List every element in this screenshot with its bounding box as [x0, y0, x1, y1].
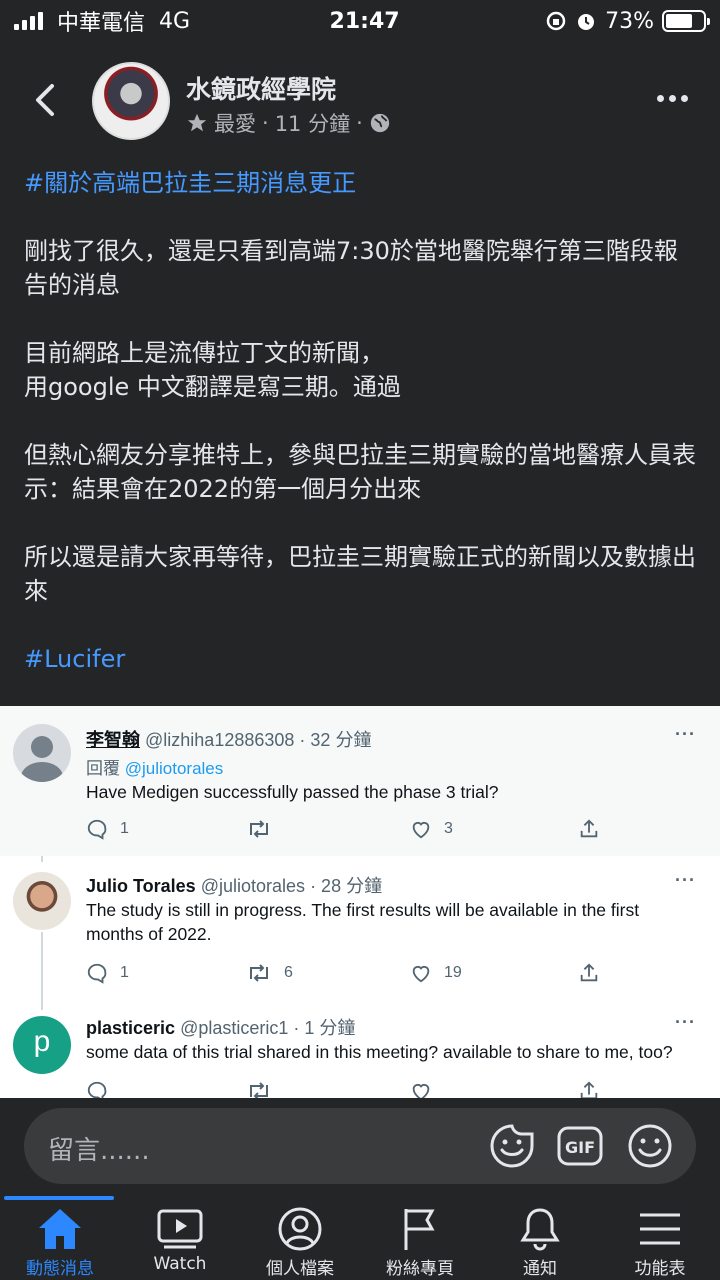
nav-menu[interactable]: 功能表	[600, 1200, 720, 1280]
tweet: p plasticeric @plasticeric1 · 1 分鐘 ··· s…	[0, 1006, 720, 1098]
nav-label: Watch	[153, 1254, 207, 1274]
reply-count: 1	[120, 964, 129, 981]
meta-separator: ·	[262, 111, 269, 135]
alarm-icon	[578, 14, 595, 30]
nav-profile[interactable]: 個人檔案	[240, 1200, 360, 1280]
tweet-more-icon: ···	[675, 724, 696, 744]
tweet-author-name: 李智翰	[86, 730, 140, 750]
more-options-icon[interactable]	[652, 86, 692, 110]
share-icon	[580, 963, 598, 982]
tweet-time: · 1 分鐘	[293, 1018, 356, 1038]
post-paragraph: 目前網路上是流傳拉丁文的新聞， 用google 中文翻譯是寫三期。通過	[24, 339, 401, 401]
nav-notifications[interactable]: 通知	[480, 1200, 600, 1280]
avatar	[13, 724, 71, 782]
tweet-author-name: Julio Torales	[86, 876, 196, 896]
tweet-author-name: plasticeric	[86, 1018, 176, 1038]
tweet: Julio Torales @juliotorales · 28 分鐘 ··· …	[0, 856, 720, 1006]
tweet-time: · 32 分鐘	[299, 730, 372, 750]
reply-prefix: 回覆	[86, 759, 120, 778]
favorite-label: 最愛	[214, 112, 256, 136]
bell-icon	[520, 1208, 560, 1251]
post-meta: 最愛 · 11 分鐘 ·	[186, 108, 391, 138]
nav-label: 粉絲專頁	[386, 1259, 454, 1279]
tweet-more-icon: ···	[675, 1012, 696, 1032]
post-paragraph: 剛找了很久，還是只看到高端7:30於當地醫院舉行第三階段報告的消息	[24, 237, 678, 299]
tweet-text: The study is still in progress. The firs…	[86, 900, 640, 944]
profile-icon	[278, 1207, 322, 1251]
signal-icon	[14, 12, 43, 30]
page-name[interactable]: 水鏡政經學院	[186, 70, 336, 106]
retweet-icon	[250, 964, 268, 982]
avatar	[13, 872, 71, 930]
battery-percent: 73%	[605, 8, 654, 34]
post-time[interactable]: 11 分鐘	[275, 108, 350, 138]
like-icon	[412, 1084, 430, 1098]
svg-text:GIF: GIF	[565, 1138, 595, 1157]
post-header: 水鏡政經學院 最愛 · 11 分鐘 ·	[0, 56, 720, 146]
tweet: 李智翰 @lizhiha12886308 · 32 分鐘 ··· 回覆 @jul…	[0, 706, 720, 856]
globe-icon	[370, 113, 389, 133]
retweet-icon	[250, 820, 268, 838]
orientation-lock-icon	[546, 11, 566, 31]
home-icon	[39, 1209, 81, 1249]
tweet-text: Have Medigen successfully passed the pha…	[86, 782, 499, 802]
comment-bar: 留言...... GIF	[0, 1098, 720, 1194]
clock: 21:47	[329, 8, 400, 34]
tweet-text: some data of this trial shared in this m…	[86, 1042, 673, 1062]
hashtag-footer[interactable]: #Lucifer	[24, 642, 696, 676]
reply-icon	[87, 1081, 107, 1098]
nav-watch[interactable]: Watch	[120, 1200, 240, 1280]
emoji-icon[interactable]	[626, 1122, 674, 1170]
reply-handle: @juliotorales	[124, 759, 224, 778]
post-body: #關於高端巴拉圭三期消息更正 剛找了很久，還是只看到高端7:30於當地醫院舉行第…	[24, 166, 696, 710]
page-avatar[interactable]	[92, 62, 170, 140]
retweet-count: 6	[284, 964, 293, 981]
like-count: 3	[444, 820, 453, 837]
status-bar: 中華電信 4G 21:47 73%	[0, 0, 720, 42]
nav-label: 個人檔案	[266, 1259, 334, 1279]
post-paragraph: 但熱心網友分享推特上，參與巴拉圭三期實驗的當地醫療人員表示：結果會在2022的第…	[24, 441, 696, 503]
nav-label: 功能表	[634, 1259, 686, 1279]
reply-count: 1	[120, 820, 129, 837]
tweet-handle: @lizhiha12886308	[145, 730, 295, 750]
menu-icon	[640, 1213, 680, 1245]
hashtag-title[interactable]: #關於高端巴拉圭三期消息更正	[24, 166, 696, 200]
flag-icon	[404, 1209, 435, 1250]
battery-icon	[662, 10, 710, 32]
nav-label: 通知	[523, 1259, 557, 1279]
bottom-nav: 動態消息 Watch 個人檔案 粉絲專頁 通知 功能表	[0, 1194, 720, 1280]
embedded-image[interactable]: 李智翰 @lizhiha12886308 · 32 分鐘 ··· 回覆 @jul…	[0, 706, 720, 1098]
sticker-icon[interactable]	[488, 1122, 536, 1170]
share-icon	[580, 819, 598, 838]
reply-icon	[87, 963, 107, 984]
like-icon	[412, 966, 430, 983]
post-paragraph: 所以還是請大家再等待，巴拉圭三期實驗正式的新聞以及數據出來	[24, 543, 696, 605]
tweet-handle: @plasticeric1	[180, 1018, 289, 1038]
tweet-more-icon: ···	[675, 870, 696, 890]
like-count: 19	[444, 964, 462, 981]
nav-pages[interactable]: 粉絲專頁	[360, 1200, 480, 1280]
comment-input[interactable]: 留言...... GIF	[24, 1108, 696, 1184]
like-icon	[412, 822, 430, 839]
comment-placeholder: 留言......	[48, 1136, 150, 1166]
back-arrow-icon[interactable]	[28, 78, 64, 122]
watch-icon	[157, 1209, 203, 1249]
retweet-icon	[250, 1082, 268, 1098]
meta-separator: ·	[356, 111, 363, 135]
tweet-time: · 28 分鐘	[310, 876, 383, 896]
reply-icon	[87, 819, 107, 840]
share-icon	[580, 1081, 598, 1098]
tweet-handle: @juliotorales	[200, 876, 306, 896]
star-icon	[187, 113, 207, 132]
nav-news-feed[interactable]: 動態消息	[0, 1200, 120, 1280]
avatar: p	[13, 1016, 71, 1074]
gif-icon[interactable]: GIF	[556, 1122, 604, 1170]
nav-label: 動態消息	[26, 1259, 94, 1279]
carrier-label: 中華電信	[57, 11, 146, 36]
